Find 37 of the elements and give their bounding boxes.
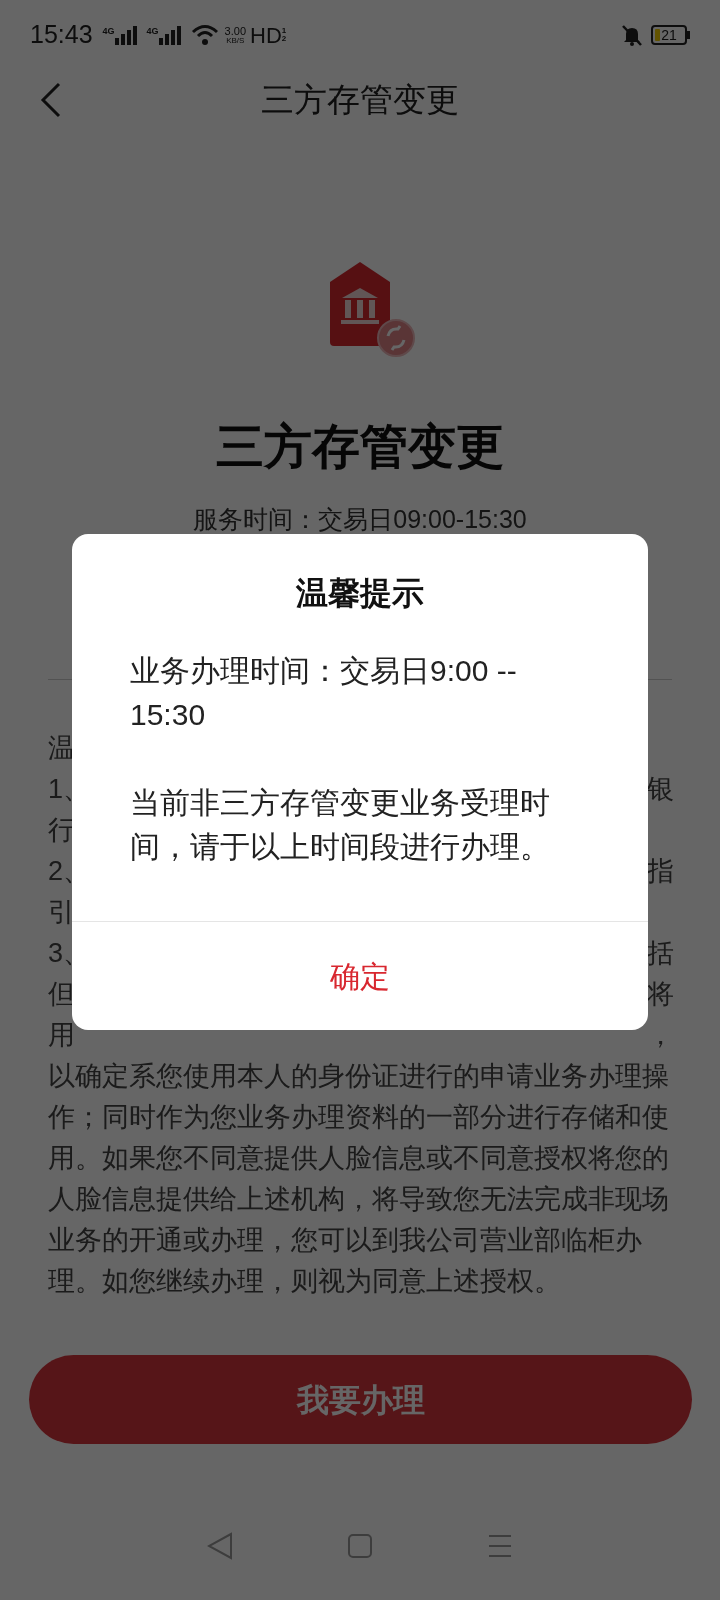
dialog-message: 业务办理时间：交易日9:00 -- 15:30 bbox=[130, 653, 518, 733]
nav-home-icon[interactable] bbox=[347, 1532, 373, 1560]
notice-text: 将 bbox=[647, 977, 674, 1011]
signal-icon bbox=[114, 25, 139, 45]
clock: 15:43 bbox=[30, 19, 93, 51]
network-speed: 3.00 bbox=[224, 25, 246, 37]
nav-back-icon[interactable] bbox=[207, 1532, 233, 1560]
nav-menu-icon[interactable] bbox=[487, 1532, 513, 1560]
service-time: 服务时间：交易日09:00-15:30 bbox=[193, 504, 527, 535]
hd-label: HD bbox=[250, 21, 282, 50]
notice-text: 1、 bbox=[48, 772, 91, 806]
network-type: 4G bbox=[102, 27, 115, 36]
wifi-icon bbox=[190, 24, 219, 46]
sim-number: 1 bbox=[281, 27, 287, 35]
dialog-message: 当前非三方存管变更业务受理时间，请于以上时间段进行办理。 bbox=[130, 785, 551, 865]
battery-fill bbox=[655, 29, 660, 41]
notice-text: 用 bbox=[48, 1018, 75, 1052]
notice-text: ， bbox=[647, 1018, 674, 1052]
notice-text: 但 bbox=[48, 977, 75, 1011]
notice-text: 2、 bbox=[48, 854, 91, 888]
notice-text: 括 bbox=[647, 936, 674, 970]
service-title: 三方存管变更 bbox=[216, 422, 504, 470]
notice-text: 温 bbox=[48, 731, 75, 765]
battery-percent: 21 bbox=[661, 28, 677, 42]
dialog-title: 温馨提示 bbox=[295, 577, 425, 609]
notice-text: 银 bbox=[647, 772, 674, 806]
back-icon[interactable] bbox=[40, 82, 62, 118]
notice-text: 指 bbox=[647, 854, 674, 888]
notice-text: 引 bbox=[48, 895, 75, 929]
signal-icon bbox=[158, 25, 183, 45]
speed-unit: KB/S bbox=[226, 36, 245, 45]
notice-text: 以确定系您使用本人的身份证进行的申请业务办理操作；同时作为您业务办理资料的一部分进行存储和使用。如果您不同意提供人脸信息或不同意授权将您的人脸信息提供给上述机构，将导致您无法完成非现场业务的开通或办理，您可以到我公司营业部临柜办理。如您继续办理，则视为同意上述授权。 bbox=[48, 1059, 670, 1298]
page-title: 三方存管变更 bbox=[261, 80, 459, 121]
mute-bell-icon bbox=[621, 24, 643, 46]
sim-number: 2 bbox=[281, 35, 287, 43]
notice-text: 行 bbox=[48, 813, 75, 847]
network-type: 4G bbox=[146, 27, 159, 36]
